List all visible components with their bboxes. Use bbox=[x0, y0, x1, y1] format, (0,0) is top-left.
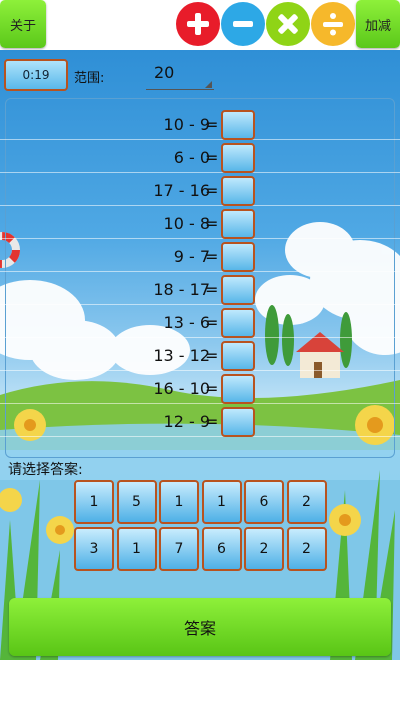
answer-choice-button[interactable]: 6 bbox=[201, 527, 242, 571]
question-row: 13 - 12 = bbox=[0, 338, 400, 371]
question-row: 9 - 7 = bbox=[0, 239, 400, 272]
answer-slot[interactable] bbox=[221, 143, 255, 173]
range-value: 20 bbox=[154, 63, 175, 82]
answer-slot[interactable] bbox=[221, 275, 255, 305]
question-row: 17 - 16 = bbox=[0, 173, 400, 206]
question-expression: 13 - 6 bbox=[163, 313, 210, 332]
question-row: 18 - 17 = bbox=[0, 272, 400, 305]
answer-slot[interactable] bbox=[221, 308, 255, 338]
equals-sign: = bbox=[205, 280, 219, 299]
answer-slot[interactable] bbox=[221, 176, 255, 206]
main-scene: 0:19 范围: 20 10 - 9 = 6 - 0 = 17 - 16 = 10 - 8 =… bbox=[0, 50, 400, 660]
show-answer-button[interactable]: 答案 bbox=[9, 598, 391, 656]
range-label: 范围: bbox=[74, 71, 105, 86]
answer-slot[interactable] bbox=[221, 209, 255, 239]
question-expression: 12 - 9 bbox=[163, 412, 210, 431]
equals-sign: = bbox=[205, 379, 219, 398]
answer-prompt: 请选择答案: bbox=[8, 462, 83, 478]
dropdown-underline bbox=[146, 89, 214, 90]
top-toolbar: 关于 加减 bbox=[0, 0, 400, 50]
question-row: 12 - 9 = bbox=[0, 404, 400, 437]
question-row: 10 - 9 = bbox=[0, 107, 400, 140]
divide-icon[interactable] bbox=[311, 2, 355, 46]
about-button[interactable]: 关于 bbox=[0, 0, 46, 48]
answer-slot[interactable] bbox=[221, 341, 255, 371]
dropdown-arrow-icon bbox=[205, 81, 212, 88]
range-dropdown[interactable]: 20 bbox=[146, 60, 214, 90]
question-expression: 16 - 10 bbox=[153, 379, 210, 398]
answer-choice-button[interactable]: 5 bbox=[116, 480, 157, 524]
question-expression: 18 - 17 bbox=[153, 280, 210, 299]
equals-sign: = bbox=[205, 181, 219, 200]
answer-choice-button[interactable]: 1 bbox=[74, 480, 114, 524]
answer-choice-button[interactable]: 2 bbox=[244, 527, 284, 571]
answer-slot[interactable] bbox=[221, 242, 255, 272]
minus-icon[interactable] bbox=[221, 2, 265, 46]
question-row: 6 - 0 = bbox=[0, 140, 400, 173]
mode-button[interactable]: 加减 bbox=[356, 0, 400, 48]
answer-slot[interactable] bbox=[221, 407, 255, 437]
answer-slot[interactable] bbox=[221, 374, 255, 404]
answer-choice-button[interactable]: 7 bbox=[159, 527, 199, 571]
question-expression: 10 - 8 bbox=[163, 214, 210, 233]
question-row: 10 - 8 = bbox=[0, 206, 400, 239]
plus-icon[interactable] bbox=[176, 2, 220, 46]
equals-sign: = bbox=[205, 148, 219, 167]
timer-button[interactable]: 0:19 bbox=[4, 59, 68, 91]
question-row: 16 - 10 = bbox=[0, 371, 400, 404]
equals-sign: = bbox=[205, 214, 219, 233]
equals-sign: = bbox=[205, 247, 219, 266]
answer-choice-button[interactable]: 2 bbox=[286, 527, 327, 571]
equals-sign: = bbox=[205, 346, 219, 365]
question-expression: 10 - 9 bbox=[163, 115, 210, 134]
answer-choice-button[interactable]: 1 bbox=[201, 480, 242, 524]
answer-slot[interactable] bbox=[221, 110, 255, 140]
answer-choice-button[interactable]: 2 bbox=[286, 480, 327, 524]
equals-sign: = bbox=[205, 412, 219, 431]
question-expression: 13 - 12 bbox=[153, 346, 210, 365]
answer-choice-button[interactable]: 1 bbox=[159, 480, 199, 524]
answer-choice-button[interactable]: 3 bbox=[74, 527, 114, 571]
answer-choice-button[interactable]: 1 bbox=[116, 527, 157, 571]
question-row: 13 - 6 = bbox=[0, 305, 400, 338]
question-expression: 17 - 16 bbox=[153, 181, 210, 200]
multiply-icon[interactable] bbox=[266, 2, 310, 46]
equals-sign: = bbox=[205, 115, 219, 134]
answer-choice-button[interactable]: 6 bbox=[244, 480, 284, 524]
equals-sign: = bbox=[205, 313, 219, 332]
